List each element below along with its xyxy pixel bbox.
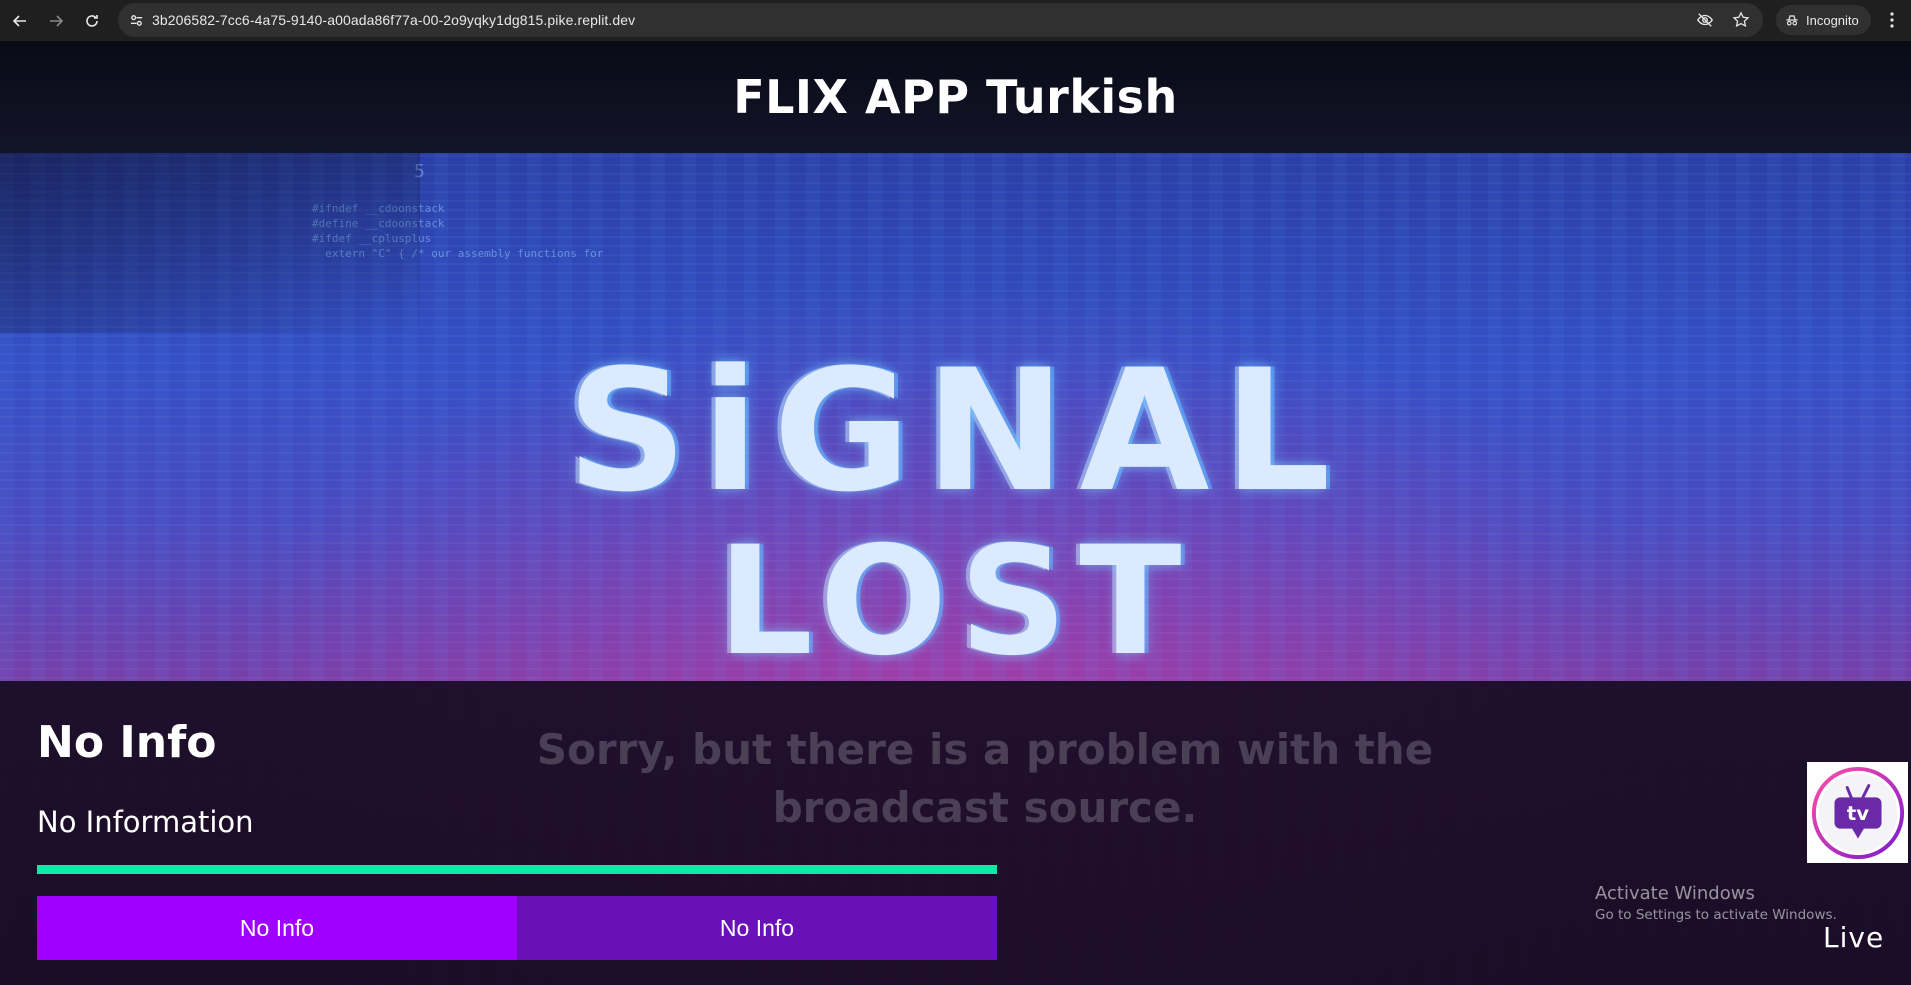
incognito-icon	[1786, 15, 1798, 26]
channel-logo[interactable]: tv	[1807, 762, 1908, 863]
activate-line2: Go to Settings to activate Windows.	[1595, 907, 1837, 923]
address-bar[interactable]: 3b206582-7cc6-4a75-9140-a00ada86f77a-00-…	[118, 3, 1763, 37]
site-settings-icon[interactable]	[126, 10, 146, 30]
incognito-badge[interactable]: Incognito	[1776, 5, 1871, 35]
eye-off-icon[interactable]	[1695, 10, 1715, 30]
signal-lost-text-line1: SiGNAL	[566, 333, 1345, 529]
arrow-left-icon	[12, 14, 26, 27]
progress-bar	[37, 865, 997, 874]
info-button-1[interactable]: No Info	[37, 896, 517, 960]
bookmark-star-icon[interactable]	[1731, 10, 1751, 30]
progress-fill	[37, 865, 997, 874]
forward-button[interactable]	[38, 3, 74, 39]
player-info-overlay: Sorry, but there is a problem with the b…	[0, 681, 1911, 985]
browser-menu-icon[interactable]	[1882, 10, 1902, 30]
reload-icon	[86, 14, 98, 27]
page: FLIX APP Turkish 5 #ifndef __cdoonstack …	[0, 41, 1911, 985]
signal-lost-text-line2: LOST	[717, 515, 1194, 689]
code-snippet: #ifndef __cdoonstack #define __cdoonstac…	[312, 202, 604, 260]
browser-toolbar: 3b206582-7cc6-4a75-9140-a00ada86f77a-00-…	[0, 0, 1911, 41]
activate-line1: Activate Windows	[1595, 883, 1755, 904]
app-title: FLIX APP Turkish	[733, 70, 1178, 124]
live-label: Live	[1823, 921, 1885, 954]
reload-button[interactable]	[74, 3, 110, 39]
arrow-right-icon	[50, 14, 64, 27]
url-text[interactable]: 3b206582-7cc6-4a75-9140-a00ada86f77a-00-…	[152, 12, 635, 28]
app-header: FLIX APP Turkish	[0, 41, 1911, 153]
back-button[interactable]	[2, 3, 38, 39]
error-message: Sorry, but there is a problem with the b…	[536, 725, 1434, 832]
program-subtitle: No Information	[37, 805, 254, 839]
windows-activation-watermark: Activate Windows Go to Settings to activ…	[1595, 883, 1837, 923]
code-line-number: 5	[414, 161, 425, 182]
info-button-row: No Info No Info	[37, 896, 997, 960]
tv-logo-icon: tv	[1811, 766, 1904, 859]
incognito-label: Incognito	[1806, 12, 1859, 28]
info-button-2[interactable]: No Info	[517, 896, 997, 960]
program-title: No Info	[37, 717, 217, 768]
logo-text: tv	[1846, 801, 1868, 824]
